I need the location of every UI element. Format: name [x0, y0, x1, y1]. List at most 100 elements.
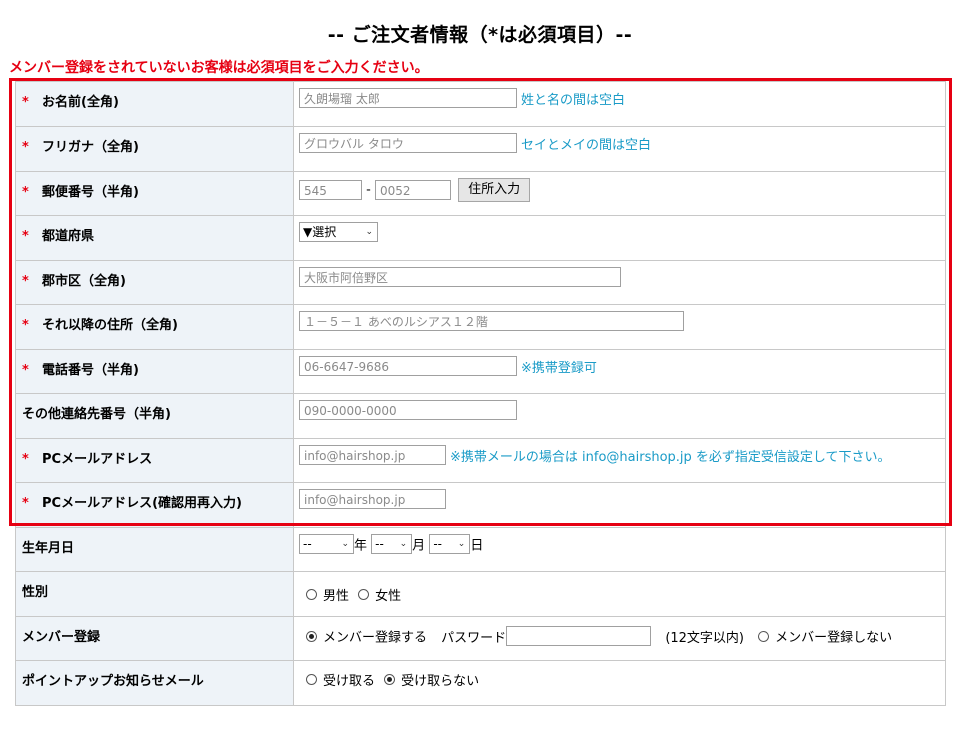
label-name: お名前(全角)	[42, 95, 119, 110]
required-mark: *	[22, 229, 29, 244]
required-mark: *	[22, 185, 29, 200]
point-mail-receive-radio[interactable]	[306, 674, 317, 685]
prefecture-select[interactable]: ▼選択 ⌄	[299, 222, 378, 242]
member-notice: メンバー登録をされていないお客様は必須項目をご入力ください。	[9, 60, 429, 76]
row-pref: * 都道府県 ▼選択 ⌄	[15, 215, 946, 261]
label-cell-point-mail: ポイントアップお知らせメール	[15, 660, 294, 706]
zip-separator: -	[366, 182, 371, 198]
label-email-confirm: PCメールアドレス(確認用再入力)	[42, 496, 242, 511]
month-unit: 月	[412, 538, 426, 554]
member-register-radio[interactable]	[306, 630, 317, 642]
chevron-down-icon: ⌄	[341, 539, 349, 549]
row-address: * それ以降の住所（全角) １－５－１ あべのルシアス１２階	[15, 304, 946, 350]
chevron-down-icon: ⌄	[399, 539, 408, 549]
label-city: 郡市区（全角)	[42, 274, 126, 289]
label-cell-phone: * 電話番号（半角)	[15, 349, 294, 394]
label-cell-email: * PCメールアドレス	[15, 438, 294, 483]
label-address: それ以降の住所（全角)	[42, 318, 178, 333]
birth-day-selected: --	[433, 537, 442, 551]
label-other-phone: その他連絡先番号（半角)	[22, 407, 171, 422]
required-mark: *	[22, 363, 29, 378]
birth-day-select[interactable]: -- ⌄	[429, 534, 471, 554]
name-input[interactable]: 久朗場瑠 太郎	[299, 88, 517, 108]
kana-input[interactable]: グロウバル タロウ	[299, 133, 517, 153]
label-zip: 郵便番号（半角)	[42, 185, 139, 200]
label-cell-address: * それ以降の住所（全角)	[15, 304, 294, 350]
city-input[interactable]: 大阪市阿倍野区	[299, 267, 621, 287]
row-name: * お名前(全角) 久朗場瑠 太郎 姓と名の間は空白	[15, 81, 946, 127]
label-cell-name: * お名前(全角)	[15, 81, 294, 127]
label-cell-member: メンバー登録	[15, 616, 294, 661]
label-cell-email-confirm: * PCメールアドレス(確認用再入力)	[15, 482, 294, 528]
row-birthday: 生年月日 -- ⌄ 年 -- ⌄ 月 -- ⌄ 日	[15, 527, 946, 572]
phone-input[interactable]: 06-6647-9686	[299, 356, 517, 376]
row-other-phone: その他連絡先番号（半角) 090-0000-0000	[15, 393, 946, 439]
member-no-register-radio[interactable]	[758, 630, 770, 642]
value-cell-email: info@hairshop.jp ※携帯メールの場合は info@hairshop…	[293, 438, 946, 483]
gender-male-label: 男性	[323, 589, 350, 604]
label-kana: フリガナ（全角)	[42, 140, 139, 155]
label-pref: 都道府県	[42, 229, 95, 244]
row-email-confirm: * PCメールアドレス(確認用再入力) info@hairshop.jp	[15, 482, 946, 528]
order-form-table: * お名前(全角) 久朗場瑠 太郎 姓と名の間は空白 * フリガナ（全角) グロウバル…	[15, 81, 946, 706]
label-cell-kana: * フリガナ（全角)	[15, 126, 294, 172]
value-cell-name: 久朗場瑠 太郎 姓と名の間は空白	[293, 81, 946, 127]
gender-male-radio[interactable]	[306, 589, 317, 600]
value-cell-point-mail: 受け取る 受け取らない	[293, 660, 946, 706]
label-cell-city: * 郡市区（全角)	[15, 260, 294, 305]
email-confirm-input[interactable]: info@hairshop.jp	[299, 489, 446, 509]
label-cell-gender: 性別	[15, 571, 294, 617]
chevron-down-icon: ⌄	[365, 227, 373, 237]
zip-input-first[interactable]: 545	[299, 180, 362, 200]
label-cell-zip: * 郵便番号（半角)	[15, 171, 294, 216]
value-cell-other-phone: 090-0000-0000	[293, 393, 946, 439]
point-mail-decline-label: 受け取らない	[401, 674, 480, 689]
birth-month-select[interactable]: -- ⌄	[371, 534, 413, 554]
row-email: * PCメールアドレス info@hairshop.jp ※携帯メールの場合は in…	[15, 438, 946, 483]
other-phone-input[interactable]: 090-0000-0000	[299, 400, 517, 420]
point-mail-receive-label: 受け取る	[323, 674, 376, 689]
zip-input-second[interactable]: 0052	[374, 180, 451, 200]
member-no-register-label: メンバー登録しない	[775, 630, 893, 646]
required-mark: *	[22, 452, 29, 467]
value-cell-zip: 545 - 0052 住所入力	[293, 171, 946, 216]
value-cell-gender: 男性 女性	[293, 571, 946, 617]
year-unit: 年	[354, 538, 368, 554]
birth-year-select[interactable]: -- ⌄	[299, 534, 354, 554]
label-cell-other-phone: その他連絡先番号（半角)	[15, 393, 294, 439]
required-mark: *	[22, 274, 29, 289]
member-register-label: メンバー登録する	[323, 630, 428, 646]
label-phone: 電話番号（半角)	[42, 363, 139, 378]
label-member: メンバー登録	[22, 630, 101, 645]
required-mark: *	[22, 496, 29, 511]
value-cell-kana: グロウバル タロウ セイとメイの間は空白	[293, 126, 946, 172]
label-cell-birthday: 生年月日	[15, 527, 294, 572]
address-lookup-button[interactable]: 住所入力	[458, 178, 531, 202]
email-input[interactable]: info@hairshop.jp	[299, 445, 446, 465]
password-input[interactable]	[506, 626, 652, 646]
row-gender: 性別 男性 女性	[15, 571, 946, 617]
label-gender: 性別	[22, 585, 49, 600]
gender-female-radio[interactable]	[358, 589, 370, 600]
gender-female-label: 女性	[375, 589, 402, 604]
value-cell-member: メンバー登録する パスワード (12文字以内) メンバー登録しない	[293, 616, 946, 661]
value-cell-birthday: -- ⌄ 年 -- ⌄ 月 -- ⌄ 日	[293, 527, 946, 572]
name-hint: 姓と名の間は空白	[521, 92, 626, 108]
required-mark: *	[22, 318, 29, 333]
birth-year-selected: --	[303, 537, 312, 551]
prefecture-selected: ▼選択	[303, 225, 337, 239]
row-phone: * 電話番号（半角) 06-6647-9686 ※携帯登録可	[15, 349, 946, 394]
point-mail-decline-radio[interactable]	[384, 674, 396, 685]
row-kana: * フリガナ（全角) グロウバル タロウ セイとメイの間は空白	[15, 126, 946, 172]
required-mark: *	[22, 95, 29, 110]
label-email: PCメールアドレス	[42, 452, 153, 467]
required-mark: *	[22, 140, 29, 155]
password-note: (12文字以内)	[665, 630, 744, 646]
password-label: パスワード	[441, 630, 507, 646]
value-cell-address: １－５－１ あべのルシアス１２階	[293, 304, 946, 350]
kana-hint: セイとメイの間は空白	[521, 137, 652, 153]
value-cell-email-confirm: info@hairshop.jp	[293, 482, 946, 528]
label-birthday: 生年月日	[22, 541, 75, 556]
page-title: -- ご注文者情報（*は必須項目）--	[327, 24, 633, 46]
address-input[interactable]: １－５－１ あべのルシアス１２階	[299, 311, 684, 331]
